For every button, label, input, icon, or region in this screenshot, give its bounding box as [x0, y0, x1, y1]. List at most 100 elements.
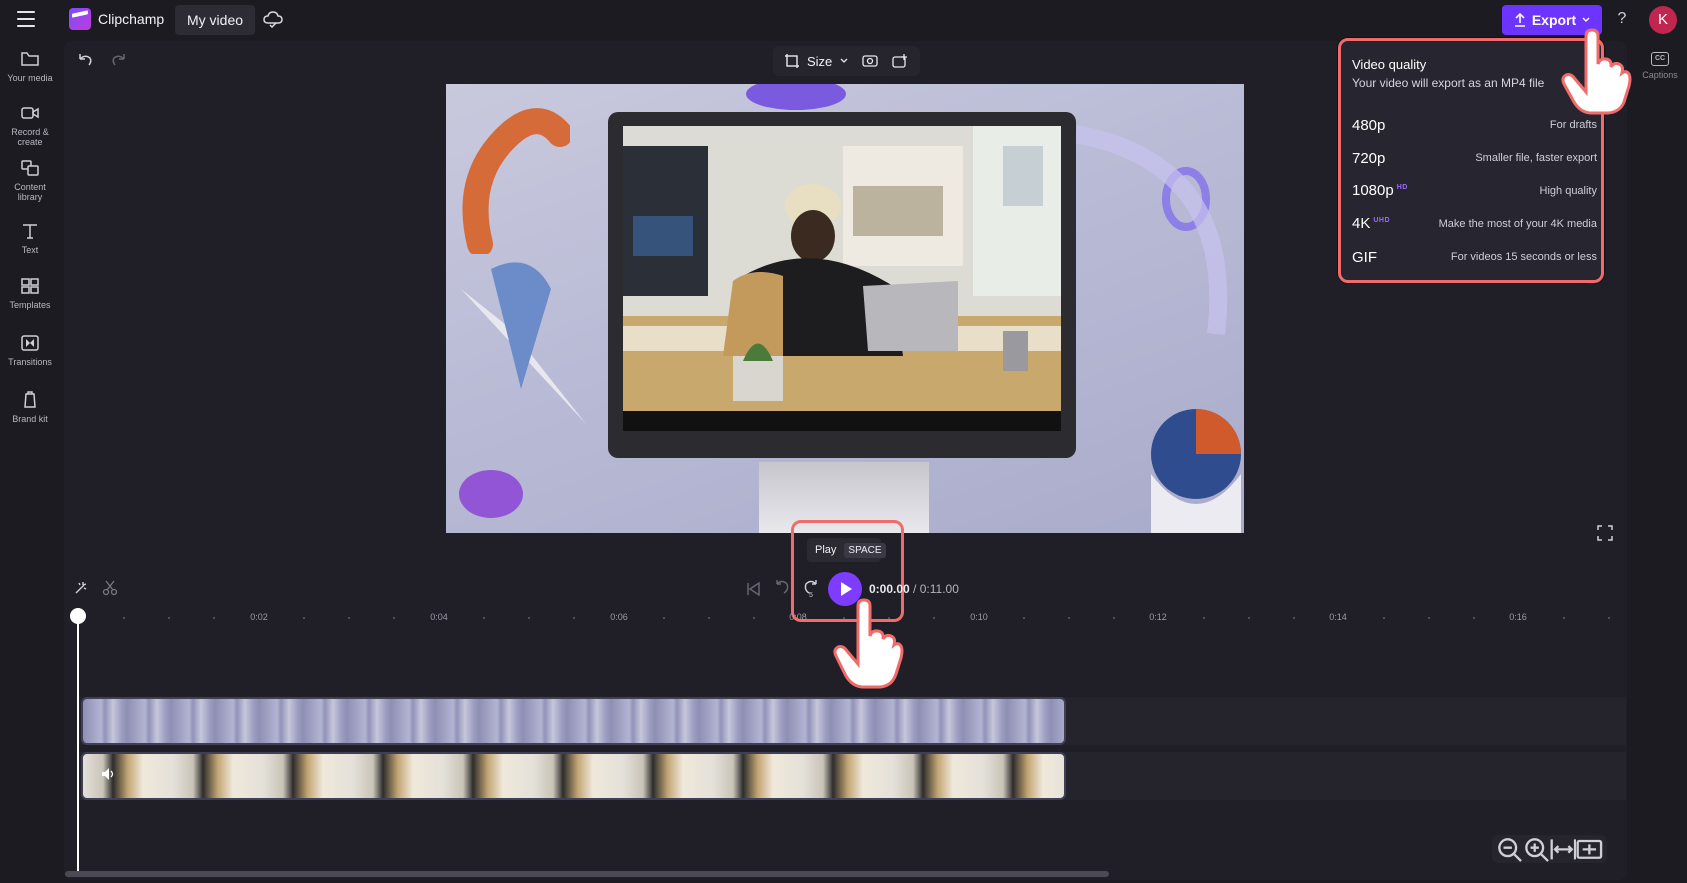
ruler-tick [123, 617, 125, 619]
time-readout: 0:00.00 / 0:11.00 [869, 582, 959, 596]
quality-label: GIF [1352, 248, 1377, 266]
quality-option-480p[interactable]: 480p For drafts [1352, 114, 1597, 136]
ruler-label: 0:16 [1509, 612, 1527, 622]
undo-icon[interactable] [76, 52, 94, 68]
quality-option-4k[interactable]: 4K UHD Make the most of your 4K media [1352, 213, 1597, 235]
video-clip[interactable] [81, 752, 1066, 800]
transitions-icon [21, 335, 39, 351]
captions-panel-button[interactable]: CC Captions [1638, 52, 1682, 80]
avatar[interactable]: K [1649, 6, 1677, 34]
sidebar-item-label: Brand kit [12, 414, 48, 424]
quality-label: 1080p [1352, 182, 1394, 199]
skip-to-start-icon[interactable] [745, 581, 761, 597]
quality-label: 720p [1352, 149, 1386, 167]
text-icon [23, 224, 37, 239]
current-time: 0:00.00 [869, 582, 910, 596]
playhead-line[interactable] [77, 608, 79, 871]
size-button[interactable]: Size [807, 54, 832, 69]
hd-badge: HD [1396, 184, 1408, 191]
ruler-tick [213, 617, 215, 619]
ruler-tick [708, 617, 710, 619]
scissors-icon[interactable] [102, 580, 118, 596]
ruler-tick [933, 617, 935, 619]
magic-wand-icon[interactable] [73, 580, 89, 596]
ruler-tick [1023, 617, 1025, 619]
quality-option-gif[interactable]: GIF For videos 15 seconds or less [1352, 246, 1597, 268]
sidebar-item-label: Record & create [11, 127, 49, 147]
quality-label: 4K [1352, 215, 1371, 232]
quality-option-720p[interactable]: 720p Smaller file, faster export [1352, 147, 1597, 169]
timeline-scrollbar[interactable] [65, 871, 1109, 877]
hand-cursor-icon [833, 598, 904, 689]
ruler-tick [528, 617, 530, 619]
sidebar-item-content-library[interactable]: Content library [0, 159, 60, 202]
ruler-tick [1428, 617, 1430, 619]
uhd-badge: UHD [1373, 217, 1391, 224]
quality-label: 480p [1352, 116, 1386, 134]
rewind-5-icon[interactable] [773, 578, 791, 598]
forward-5-icon[interactable]: 5 [802, 578, 820, 598]
ruler-tick [1293, 617, 1295, 619]
menu-subtitle: Your video will export as an MP4 file [1352, 76, 1545, 90]
redo-icon[interactable] [110, 52, 128, 68]
video-frame-image [623, 126, 1061, 431]
captions-icon: CC [1651, 52, 1669, 66]
help-icon[interactable]: ? [1612, 8, 1632, 30]
ruler-tick [348, 617, 350, 619]
time-separator: / [913, 582, 917, 596]
zoom-out-icon[interactable] [1496, 836, 1523, 863]
fullscreen-icon[interactable] [1597, 525, 1613, 541]
decorative-top-shape [746, 84, 846, 110]
sidebar-item-your-media[interactable]: Your media [0, 50, 60, 83]
background-clip[interactable] [81, 697, 1066, 745]
project-name-field[interactable]: My video [175, 5, 256, 35]
sidebar-item-brand-kit[interactable]: Brand kit [0, 391, 60, 424]
sidebar-item-templates[interactable]: Templates [0, 277, 60, 310]
quality-description: For drafts [1549, 119, 1597, 131]
sidebar-item-label: Templates [9, 300, 51, 310]
add-to-timeline-icon[interactable] [892, 54, 908, 68]
monitor-frame [608, 112, 1076, 458]
tooltip-shortcut: SPACE [844, 542, 886, 558]
zoom-toolbar [1492, 835, 1607, 863]
cloud-save-icon[interactable] [263, 10, 283, 28]
fit-timeline-icon[interactable] [1550, 836, 1577, 863]
video-preview[interactable] [446, 84, 1244, 533]
sidebar-item-text[interactable]: Text [0, 222, 60, 255]
quality-description: Make the most of your 4K media [1438, 218, 1597, 230]
ruler-tick [168, 617, 170, 619]
zoom-in-icon[interactable] [1523, 836, 1550, 863]
background-remove-icon[interactable] [862, 54, 878, 68]
ruler-tick [303, 617, 305, 619]
svg-text:5: 5 [809, 592, 813, 598]
ruler-tick [1113, 617, 1115, 619]
sidebar-item-record-create[interactable]: Record & create [0, 104, 60, 147]
ruler-tick [1473, 617, 1475, 619]
resize-icon [785, 54, 799, 68]
ruler-tick [1563, 617, 1565, 619]
ruler-tick [573, 617, 575, 619]
quality-option-1080p[interactable]: 1080p HD High quality [1352, 180, 1597, 202]
ruler-label: 0:08 [789, 612, 807, 622]
ruler-tick [1248, 617, 1250, 619]
expand-timeline-icon[interactable] [1576, 836, 1603, 863]
export-label: Export [1531, 12, 1577, 28]
upload-icon [1514, 13, 1525, 27]
sidebar-item-transitions[interactable]: Transitions [0, 334, 60, 367]
speaker-icon[interactable] [100, 766, 116, 782]
sidebar-item-label: Your media [7, 73, 53, 83]
decorative-arc-shape [1074, 125, 1228, 336]
canvas-toolbar: Size [773, 46, 920, 76]
folder-icon [21, 52, 39, 66]
clipchamp-logo-icon [69, 8, 91, 30]
menu-icon[interactable] [17, 11, 35, 27]
ruler-label: 0:02 [250, 612, 268, 622]
quality-description: High quality [1539, 185, 1597, 197]
playhead-handle[interactable] [70, 608, 86, 624]
duration-time: 0:11.00 [919, 582, 959, 596]
quality-description: For videos 15 seconds or less [1450, 251, 1597, 263]
decorative-disc-shape [459, 470, 523, 518]
decorative-cone-shape [461, 262, 586, 424]
quality-description: Smaller file, faster export [1475, 152, 1597, 164]
decorative-sphere-shape [1151, 409, 1241, 533]
